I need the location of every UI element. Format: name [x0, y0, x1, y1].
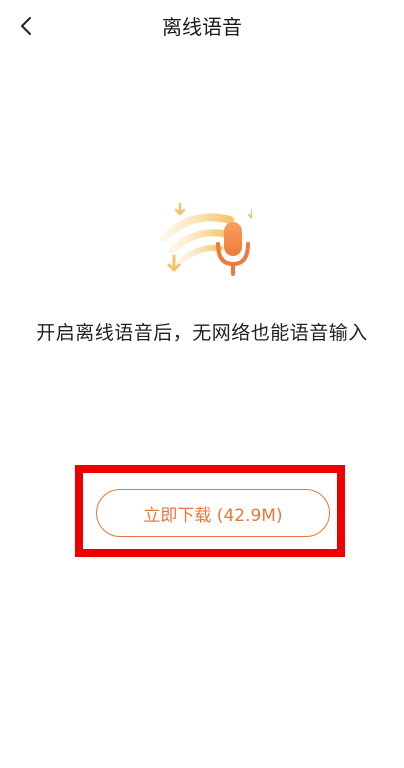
header: 离线语音: [0, 0, 404, 56]
page-title: 离线语音: [162, 15, 242, 39]
download-button[interactable]: 立即下载 (42.9M): [96, 489, 330, 537]
description-text: 开启离线语音后，无网络也能语音输入: [36, 322, 368, 344]
offline-voice-mic-wifi-icon: [160, 202, 256, 276]
hero-illustration: [152, 198, 256, 280]
